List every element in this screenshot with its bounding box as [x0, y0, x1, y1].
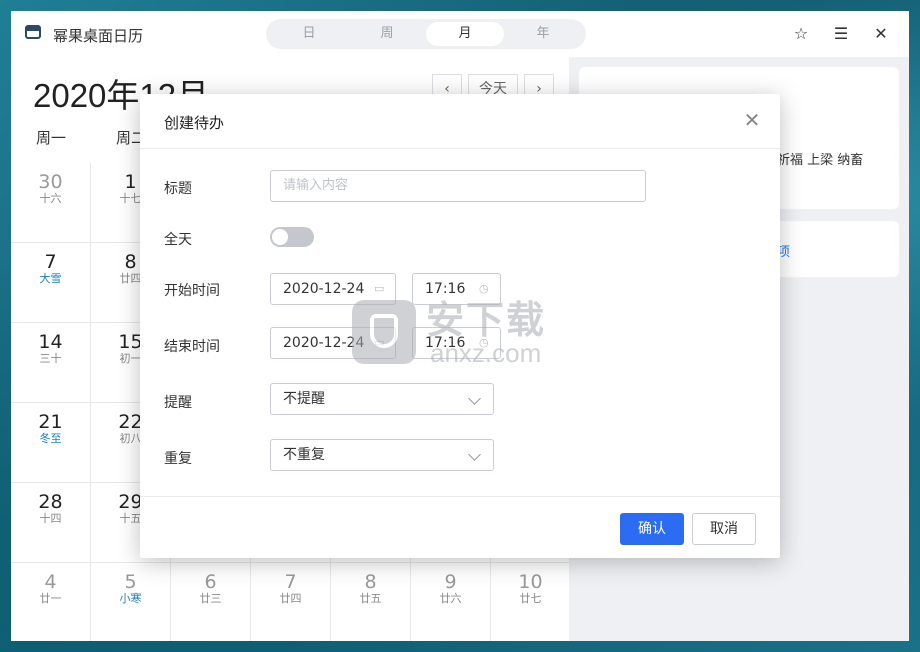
start-time-value: 17:16: [425, 281, 466, 297]
lunar-date: 廿四: [279, 592, 302, 605]
remind-label: 提醒: [164, 395, 192, 411]
title-input[interactable]: 请输入内容: [270, 170, 646, 202]
view-switch: 日 周 月 年: [266, 19, 586, 49]
app-title: 幂果桌面日历: [53, 27, 144, 45]
dialog-title: 创建待办: [164, 114, 225, 132]
star-icon[interactable]: ☆: [791, 24, 811, 44]
lunar-date: 十六: [39, 192, 62, 205]
chevron-down-icon: [468, 392, 481, 405]
lunar-date: 廿五: [359, 592, 382, 605]
tab-week[interactable]: 周: [348, 22, 426, 46]
calendar-day-cell[interactable]: 7 大雪: [11, 243, 91, 323]
start-date-value: 2020-12-24: [283, 281, 365, 297]
day-number: 6: [204, 571, 217, 593]
watermark-text: 安下载: [426, 298, 547, 342]
dialog-header: 创建待办 ✕: [140, 94, 780, 149]
calendar-icon: ▭: [374, 282, 385, 295]
repeat-value: 不重复: [283, 447, 325, 463]
start-time-label: 开始时间: [164, 283, 220, 299]
confirm-button[interactable]: 确认: [620, 513, 684, 545]
watermark: 安下载 anxz.com: [352, 300, 592, 370]
day-number: 7: [44, 251, 57, 273]
tab-day[interactable]: 日: [270, 22, 348, 46]
calendar-app-icon: [25, 25, 41, 39]
calendar-day-cell[interactable]: 14 三十: [11, 323, 91, 403]
title-label: 标题: [164, 181, 192, 197]
day-number: 9: [444, 571, 457, 593]
calendar-day-cell[interactable]: 6 廿三: [171, 563, 251, 641]
day-number: 8: [364, 571, 377, 593]
day-number: 21: [38, 411, 63, 433]
lunar-date: 廿一: [39, 592, 62, 605]
chevron-down-icon: [468, 448, 481, 461]
lunar-date: 小寒: [119, 592, 142, 605]
day-number: 28: [38, 491, 63, 513]
almanac-text: 祈福 上梁 纳畜: [777, 153, 864, 168]
lunar-date: 三十: [39, 352, 62, 365]
tab-year[interactable]: 年: [504, 22, 582, 46]
day-number: 4: [44, 571, 57, 593]
remind-value: 不提醒: [283, 391, 325, 407]
calendar-day-cell[interactable]: 30 十六: [11, 163, 91, 243]
remind-select[interactable]: 不提醒: [270, 383, 494, 415]
day-number: 30: [38, 171, 63, 193]
day-number: 5: [124, 571, 137, 593]
repeat-select[interactable]: 不重复: [270, 439, 494, 471]
allday-label: 全天: [164, 232, 192, 248]
lunar-date: 廿七: [519, 592, 542, 605]
day-number: 14: [38, 331, 63, 353]
repeat-label: 重复: [164, 451, 192, 467]
calendar-day-cell[interactable]: 8 廿五: [331, 563, 411, 641]
titlebar: 幂果桌面日历 日 周 月 年 ☆ ☰ ✕: [11, 11, 909, 57]
calendar-day-cell[interactable]: 4 廿一: [11, 563, 91, 641]
weekday-label: 周一: [35, 129, 66, 147]
day-number: 10: [518, 571, 543, 593]
shield-icon: [352, 300, 416, 364]
shield-inner: [370, 314, 398, 348]
end-time-label: 结束时间: [164, 339, 220, 355]
calendar-day-cell[interactable]: 21 冬至: [11, 403, 91, 483]
calendar-day-cell[interactable]: 28 十四: [11, 483, 91, 563]
close-icon[interactable]: ✕: [871, 24, 891, 44]
allday-toggle[interactable]: [270, 227, 314, 247]
watermark-sub: anxz.com: [430, 338, 542, 368]
lunar-date: 廿三: [199, 592, 222, 605]
calendar-day-cell[interactable]: 7 廿四: [251, 563, 331, 641]
close-icon[interactable]: ✕: [742, 110, 762, 130]
clock-icon: ◷: [479, 282, 489, 295]
lunar-date: 廿六: [439, 592, 462, 605]
calendar-day-cell[interactable]: 10 廿七: [491, 563, 571, 641]
list-menu-icon[interactable]: ☰: [831, 24, 851, 44]
day-number: 7: [284, 571, 297, 593]
cancel-button[interactable]: 取消: [692, 513, 756, 545]
lunar-date: 冬至: [39, 432, 62, 445]
lunar-date: 十四: [39, 512, 62, 525]
calendar-day-cell[interactable]: 9 廿六: [411, 563, 491, 641]
lunar-date: 大雪: [39, 272, 62, 285]
dialog-footer: 确认 取消: [140, 496, 780, 559]
toggle-knob: [272, 229, 288, 245]
tab-month[interactable]: 月: [426, 22, 504, 46]
calendar-day-cell[interactable]: 5 小寒: [91, 563, 171, 641]
